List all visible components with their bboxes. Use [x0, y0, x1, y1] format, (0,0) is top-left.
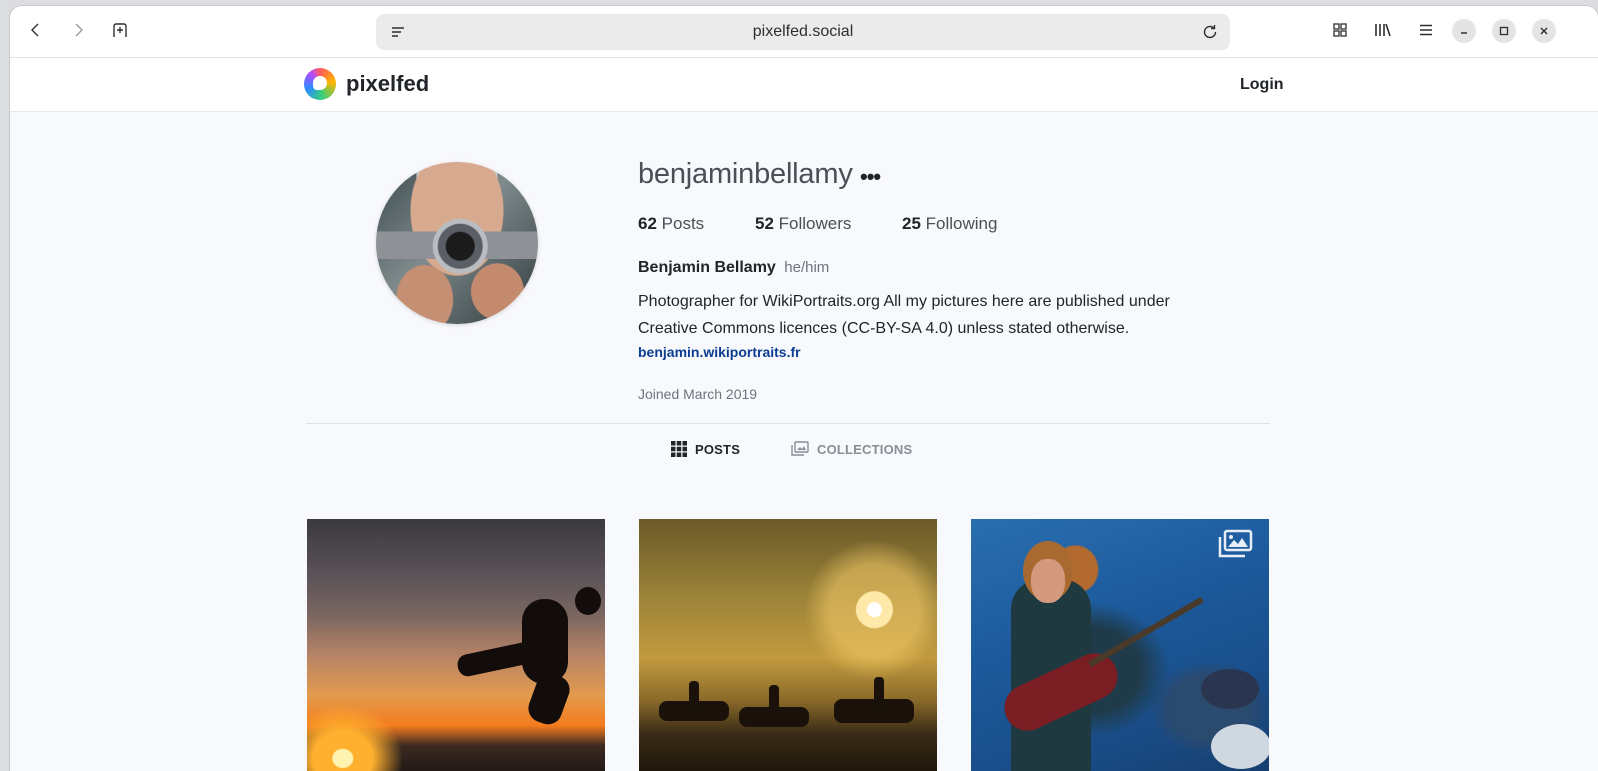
following-label: Following	[925, 214, 998, 233]
display-name: Benjamin Bellamy he/him	[638, 259, 829, 277]
following-count: 25	[902, 214, 921, 233]
pronouns: he/him	[784, 259, 830, 276]
tab-posts-label: POSTS	[695, 441, 741, 457]
url-text[interactable]: pixelfed.social	[376, 23, 1230, 41]
more-options-button[interactable]: •••	[860, 164, 881, 190]
profile-username: benjaminbellamy	[638, 158, 853, 190]
overview-icon[interactable]	[1326, 16, 1354, 44]
browser-window: pixelfed.social pixelfed Login benjaminb…	[10, 6, 1598, 771]
new-tab-icon[interactable]	[106, 16, 134, 44]
site-logo-text[interactable]: pixelfed	[346, 71, 429, 97]
minimize-icon[interactable]	[1452, 19, 1476, 43]
following-stat[interactable]: 25 Following	[902, 214, 997, 234]
followers-label: Followers	[778, 214, 852, 233]
post-thumbnail[interactable]	[639, 519, 937, 771]
followers-count: 52	[755, 214, 774, 233]
close-icon[interactable]	[1532, 19, 1556, 43]
images-icon	[791, 441, 809, 456]
posts-count: 62	[638, 214, 657, 233]
maximize-icon[interactable]	[1492, 19, 1516, 43]
grid-icon	[671, 441, 687, 457]
address-bar[interactable]: pixelfed.social	[376, 14, 1230, 50]
pixelfed-logo-icon[interactable]	[304, 68, 336, 100]
display-name-text: Benjamin Bellamy	[638, 259, 776, 276]
back-icon[interactable]	[22, 16, 50, 44]
tab-posts[interactable]: POSTS	[671, 441, 740, 457]
joined-date: Joined March 2019	[638, 386, 758, 402]
reload-icon[interactable]	[1196, 18, 1224, 46]
followers-stat[interactable]: 52 Followers	[755, 214, 851, 234]
posts-stat[interactable]: 62 Posts	[638, 214, 704, 234]
post-thumbnail[interactable]	[307, 519, 605, 771]
site-header: pixelfed Login	[10, 58, 1598, 112]
divider	[306, 423, 1270, 424]
avatar	[376, 162, 538, 324]
login-link[interactable]: Login	[1240, 76, 1284, 94]
bio-line: Creative Commons licences (CC-BY-SA 4.0)…	[638, 320, 1130, 337]
post-thumbnail[interactable]	[971, 519, 1269, 771]
multiple-images-icon	[1217, 529, 1253, 564]
tab-collections[interactable]: COLLECTIONS	[791, 441, 912, 457]
posts-label: Posts	[661, 214, 705, 233]
tab-collections-label: COLLECTIONS	[817, 441, 913, 457]
bio-line: Photographer for WikiPortraits.org All m…	[638, 293, 1170, 310]
forward-icon[interactable]	[64, 16, 92, 44]
profile-bio: Photographer for WikiPortraits.org All m…	[638, 288, 1238, 342]
browser-toolbar: pixelfed.social	[10, 6, 1598, 58]
library-icon[interactable]	[1369, 16, 1397, 44]
menu-icon[interactable]	[1412, 16, 1440, 44]
website-link[interactable]: benjamin.wikiportraits.fr	[638, 344, 801, 360]
